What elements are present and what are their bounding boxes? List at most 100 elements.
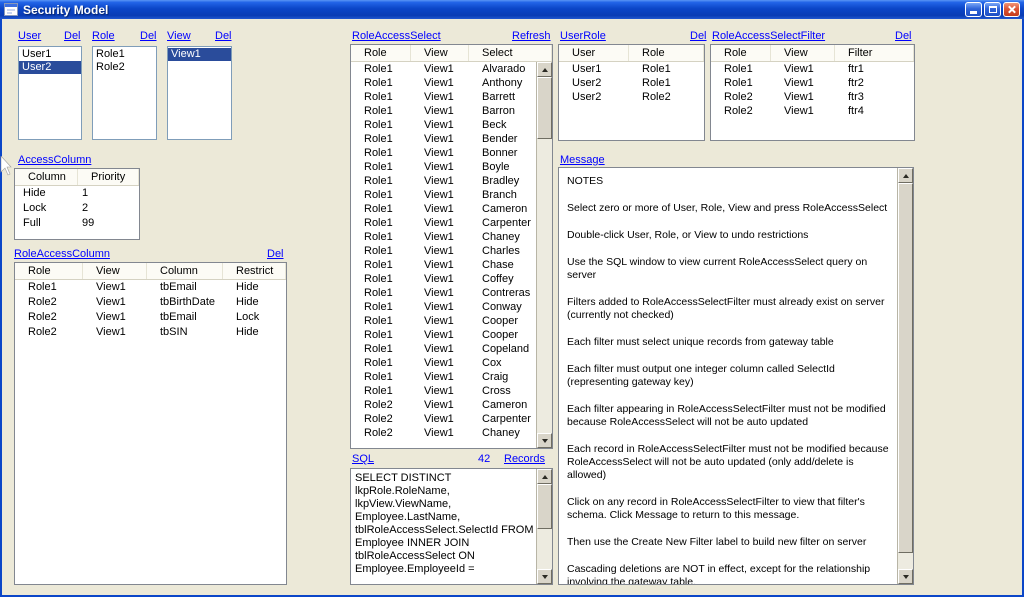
view-del-link[interactable]: Del [215,29,232,43]
scroll-thumb[interactable] [537,77,552,139]
table-row[interactable]: Role1View1Cooper [351,328,536,342]
table-row[interactable]: Role1View1Branch [351,188,536,202]
grid-body[interactable]: Hide1Lock2Full99 [15,186,139,239]
column-header[interactable]: Column [15,169,78,185]
table-row[interactable]: Role1View1Copeland [351,342,536,356]
grid-body[interactable]: Role1View1tbEmailHideRole2View1tbBirthDa… [15,280,286,584]
access-column-link[interactable]: AccessColumn [18,153,91,167]
table-row[interactable]: Role1View1Contreras [351,286,536,300]
table-row[interactable]: Role1View1Chaney [351,230,536,244]
view-link[interactable]: View [167,29,191,43]
table-row[interactable]: Role2View1ftr4 [711,104,914,118]
column-header[interactable]: View [83,263,147,279]
table-row[interactable]: Role1View1Anthony [351,76,536,90]
table-row[interactable]: Role2View1ftr3 [711,90,914,104]
user-role-grid[interactable]: User Role User1Role1User2Role1User2Role2 [558,44,705,141]
table-row[interactable]: Role1View1Chase [351,258,536,272]
table-row[interactable]: Full99 [15,216,139,231]
table-row[interactable]: Role1View1ftr1 [711,62,914,76]
column-header[interactable]: Role [629,45,704,61]
table-row[interactable]: User2Role1 [559,76,704,90]
role-access-select-link[interactable]: RoleAccessSelect [352,29,441,43]
minimize-button[interactable] [965,2,982,17]
user-link[interactable]: User [18,29,41,43]
role-link[interactable]: Role [92,29,115,43]
table-row[interactable]: Role1View1Conway [351,300,536,314]
table-row[interactable]: Role1View1Cooper [351,314,536,328]
table-row[interactable]: User2Role2 [559,90,704,104]
table-row[interactable]: Role2View1Chaney [351,426,536,440]
column-header[interactable]: Role [351,45,411,61]
role-access-select-grid[interactable]: Role View Select Role1View1AlvaradoRole1… [350,44,553,449]
table-row[interactable]: Role1View1Alvarado [351,62,536,76]
scroll-down-button[interactable] [898,569,913,584]
records-link[interactable]: Records [504,452,545,466]
table-row[interactable]: Role1View1ftr2 [711,76,914,90]
view-listbox[interactable]: View1 [167,46,232,140]
table-row[interactable]: Role2View1Cameron [351,398,536,412]
scroll-up-button[interactable] [537,62,552,77]
table-row[interactable]: User1Role1 [559,62,704,76]
list-item[interactable]: User1 [19,48,81,61]
message-link[interactable]: Message [560,153,605,167]
scroll-down-button[interactable] [537,569,552,584]
column-header[interactable]: User [559,45,629,61]
table-row[interactable]: Hide1 [15,186,139,201]
table-row[interactable]: Role1View1Cross [351,384,536,398]
role-access-select-filter-grid[interactable]: Role View Filter Role1View1ftr1Role1View… [710,44,915,141]
table-row[interactable]: Role2View1tbSINHide [15,325,286,340]
table-row[interactable]: Role1View1Cox [351,356,536,370]
sql-link[interactable]: SQL [352,452,374,466]
table-row[interactable]: Role1View1Charles [351,244,536,258]
column-header[interactable]: Select [469,45,552,61]
table-row[interactable]: Role1View1Carpenter [351,216,536,230]
list-item[interactable]: Role2 [93,61,156,74]
access-column-grid[interactable]: Column Priority Hide1Lock2Full99 [14,168,140,240]
table-row[interactable]: Role1View1Cameron [351,202,536,216]
vertical-scrollbar[interactable] [897,168,913,584]
table-row[interactable]: Role1View1Boyle [351,160,536,174]
refresh-link[interactable]: Refresh [512,29,551,43]
column-header[interactable]: Column [147,263,223,279]
scroll-thumb[interactable] [898,183,913,553]
list-item-selected[interactable]: View1 [168,48,231,61]
role-access-column-grid[interactable]: Role View Column Restrict Role1View1tbEm… [14,262,287,585]
grid-body[interactable]: Role1View1AlvaradoRole1View1AnthonyRole1… [351,62,536,448]
table-row[interactable]: Role1View1tbEmailHide [15,280,286,295]
role-access-column-link[interactable]: RoleAccessColumn [14,247,110,261]
role-access-column-del-link[interactable]: Del [267,247,284,261]
table-row[interactable]: Role1View1Beck [351,118,536,132]
titlebar[interactable]: Security Model [0,0,1024,19]
scroll-down-button[interactable] [537,433,552,448]
role-access-select-filter-link[interactable]: RoleAccessSelectFilter [712,29,825,43]
grid-body[interactable]: Role1View1ftr1Role1View1ftr2Role2View1ft… [711,62,914,140]
column-header[interactable]: Role [15,263,83,279]
user-role-link[interactable]: UserRole [560,29,606,43]
column-header[interactable]: Restrict [223,263,286,279]
table-row[interactable]: Role1View1Craig [351,370,536,384]
scroll-thumb[interactable] [537,484,552,529]
column-header[interactable]: View [771,45,835,61]
user-role-del-link[interactable]: Del [690,29,707,43]
role-del-link[interactable]: Del [140,29,157,43]
list-item[interactable]: Role1 [93,48,156,61]
table-row[interactable]: Lock2 [15,201,139,216]
role-access-select-filter-del-link[interactable]: Del [895,29,912,43]
table-row[interactable]: Role2View1tbBirthDateHide [15,295,286,310]
table-row[interactable]: Role1View1Barron [351,104,536,118]
vertical-scrollbar[interactable] [536,469,552,584]
sql-text[interactable]: SELECT DISTINCTlkpRole.RoleName,lkpView.… [351,469,536,584]
column-header[interactable]: View [411,45,469,61]
table-row[interactable]: Role1View1Bender [351,132,536,146]
vertical-scrollbar[interactable] [536,62,552,448]
sql-box[interactable]: SELECT DISTINCTlkpRole.RoleName,lkpView.… [350,468,553,585]
table-row[interactable]: Role1View1Coffey [351,272,536,286]
grid-body[interactable]: User1Role1User2Role1User2Role2 [559,62,704,140]
list-item-selected[interactable]: User2 [19,61,81,74]
table-row[interactable]: Role1View1Barrett [351,90,536,104]
table-row[interactable]: Role2View1Carpenter [351,412,536,426]
column-header[interactable]: Filter [835,45,914,61]
scroll-up-button[interactable] [898,168,913,183]
user-listbox[interactable]: User1 User2 [18,46,82,140]
table-row[interactable]: Role1View1Bradley [351,174,536,188]
